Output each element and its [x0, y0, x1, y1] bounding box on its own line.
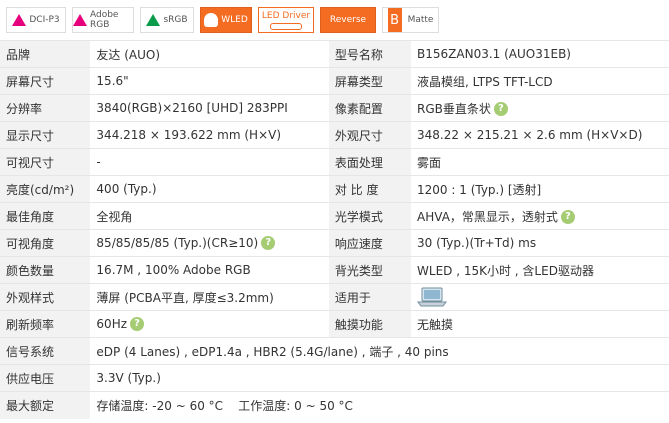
- spec-value: AHVA，常黑显示，透射式?: [411, 202, 669, 230]
- laptop-icon: [417, 287, 448, 307]
- feature-badges: DCI-P3 Adobe RGB sRGB WLED LED Driver Re…: [0, 0, 669, 40]
- spec-label: 最大额定: [0, 391, 91, 419]
- spec-value: 液晶模组, LTPS TFT-LCD: [411, 67, 669, 95]
- color-gamut-icon: [12, 14, 27, 26]
- spec-row: 颜色数量 16.7M , 100% Adobe RGB 背光类型 WLED , 15K…: [0, 256, 669, 284]
- spec-label: 光学模式: [328, 202, 412, 230]
- spec-value: 3840(RGB)×2160 [UHD] 283PPI: [90, 94, 329, 122]
- spec-value: 无触摸: [411, 310, 669, 338]
- spec-value: 15.6": [90, 67, 329, 95]
- spec-value: 3.3V (Typ.): [90, 364, 669, 392]
- spec-value: 344.218 × 193.622 mm (H×V): [90, 121, 329, 149]
- spec-label: 可视尺寸: [0, 148, 91, 176]
- spec-label: 响应速度: [328, 229, 412, 257]
- spec-label: 刷新频率: [0, 310, 91, 338]
- spec-label: 亮度(cd/m²): [0, 175, 91, 203]
- spec-value: 400 (Typ.): [90, 175, 329, 203]
- spec-row: 信号系统 eDP (4 Lanes) , eDP1.4a , HBR2 (5.4G…: [0, 337, 669, 365]
- spec-row: 外观样式 薄屏 (PCBA平直, 厚度≤3.2mm) 适用于: [0, 283, 669, 311]
- spec-row: 品牌 友达 (AUO) 型号名称 B156ZAN03.1 (AUO31EB): [0, 40, 669, 68]
- spec-value: 30 (Typ.)(Tr+Td) ms: [411, 229, 669, 257]
- spec-label: 信号系统: [0, 337, 91, 365]
- spec-value: 全视角: [90, 202, 329, 230]
- spec-row: 刷新频率 60Hz? 触摸功能 无触摸: [0, 310, 669, 338]
- spec-value: eDP (4 Lanes) , eDP1.4a , HBR2 (5.4G/lan…: [90, 337, 669, 365]
- spec-value: -: [90, 148, 329, 176]
- spec-row: 分辨率 3840(RGB)×2160 [UHD] 283PPI 像素配置 RGB垂直条…: [0, 94, 669, 122]
- badge-matte: B Matte: [382, 7, 439, 33]
- spec-row: 显示尺寸 344.218 × 193.622 mm (H×V) 外观尺寸 348.22…: [0, 121, 669, 149]
- spec-row: 屏幕尺寸 15.6" 屏幕类型 液晶模组, LTPS TFT-LCD: [0, 67, 669, 95]
- badge-srgb: sRGB: [140, 7, 194, 33]
- spec-row: 可视尺寸 - 表面处理 雾面: [0, 148, 669, 176]
- spec-label: 颜色数量: [0, 256, 91, 284]
- color-gamut-icon: [146, 14, 161, 26]
- spec-label: 对 比 度: [328, 175, 412, 203]
- badge-adobe-rgb: Adobe RGB: [72, 7, 134, 33]
- bulb-icon: [204, 13, 219, 27]
- spec-label: 显示尺寸: [0, 121, 91, 149]
- spec-label: 表面处理: [328, 148, 412, 176]
- help-icon[interactable]: ?: [130, 317, 145, 332]
- spec-label: 分辨率: [0, 94, 91, 122]
- spec-row: 供应电压 3.3V (Typ.): [0, 364, 669, 392]
- spec-value: 友达 (AUO): [90, 40, 329, 68]
- spec-label: 外观尺寸: [328, 121, 412, 149]
- spec-label: 背光类型: [328, 256, 412, 284]
- badge-dci-p3: DCI-P3: [6, 7, 66, 33]
- badge-led-driver: LED Driver: [258, 7, 314, 33]
- help-icon[interactable]: ?: [261, 236, 276, 251]
- help-icon[interactable]: ?: [493, 102, 508, 116]
- spec-label: 屏幕尺寸: [0, 67, 91, 95]
- spec-label: 最佳角度: [0, 202, 91, 230]
- spec-value: 存储温度: -20 ~ 60 °C 工作温度: 0 ~ 50 °C: [90, 391, 669, 419]
- spec-table: 品牌 友达 (AUO) 型号名称 B156ZAN03.1 (AUO31EB) 屏幕尺寸 1…: [0, 40, 669, 419]
- spec-row: 最大额定 存储温度: -20 ~ 60 °C 工作温度: 0 ~ 50 °C: [0, 391, 669, 419]
- led-strip-icon: [270, 22, 302, 30]
- spec-label: 屏幕类型: [328, 67, 412, 95]
- spec-label: 可视角度: [0, 229, 91, 257]
- spec-value: WLED , 15K小时 , 含LED驱动器: [411, 256, 669, 284]
- badge-reverse: Reverse: [320, 7, 376, 33]
- color-gamut-icon: [73, 14, 87, 26]
- spec-label: 品牌: [0, 40, 91, 68]
- badge-wled: WLED: [200, 7, 252, 33]
- spec-value: 60Hz?: [90, 310, 329, 338]
- spec-label: 外观样式: [0, 283, 91, 311]
- spec-value: [411, 283, 669, 311]
- spec-value: 16.7M , 100% Adobe RGB: [90, 256, 329, 284]
- spec-value: 薄屏 (PCBA平直, 厚度≤3.2mm): [90, 283, 329, 311]
- spec-row: 最佳角度 全视角 光学模式 AHVA，常黑显示，透射式?: [0, 202, 669, 230]
- spec-value: 1200 : 1 (Typ.) [透射]: [411, 175, 669, 203]
- spec-row: 亮度(cd/m²) 400 (Typ.) 对 比 度 1200 : 1 (Typ.) …: [0, 175, 669, 203]
- spec-value: 348.22 × 215.21 × 2.6 mm (H×V×D): [411, 121, 669, 149]
- help-icon[interactable]: ?: [560, 210, 575, 224]
- spec-row: 可视角度 85/85/85/85 (Typ.)(CR≥10)? 响应速度 30 (Ty…: [0, 229, 669, 257]
- spec-label: 供应电压: [0, 364, 91, 392]
- spec-label: 像素配置: [328, 94, 412, 122]
- spec-value: RGB垂直条状?: [411, 94, 669, 122]
- spec-value: 85/85/85/85 (Typ.)(CR≥10)?: [90, 229, 329, 257]
- spec-label: 适用于: [328, 283, 412, 311]
- spec-value: 雾面: [411, 148, 669, 176]
- spec-value: B156ZAN03.1 (AUO31EB): [411, 40, 669, 68]
- spec-label: 触摸功能: [328, 310, 412, 338]
- spec-label: 型号名称: [328, 40, 412, 68]
